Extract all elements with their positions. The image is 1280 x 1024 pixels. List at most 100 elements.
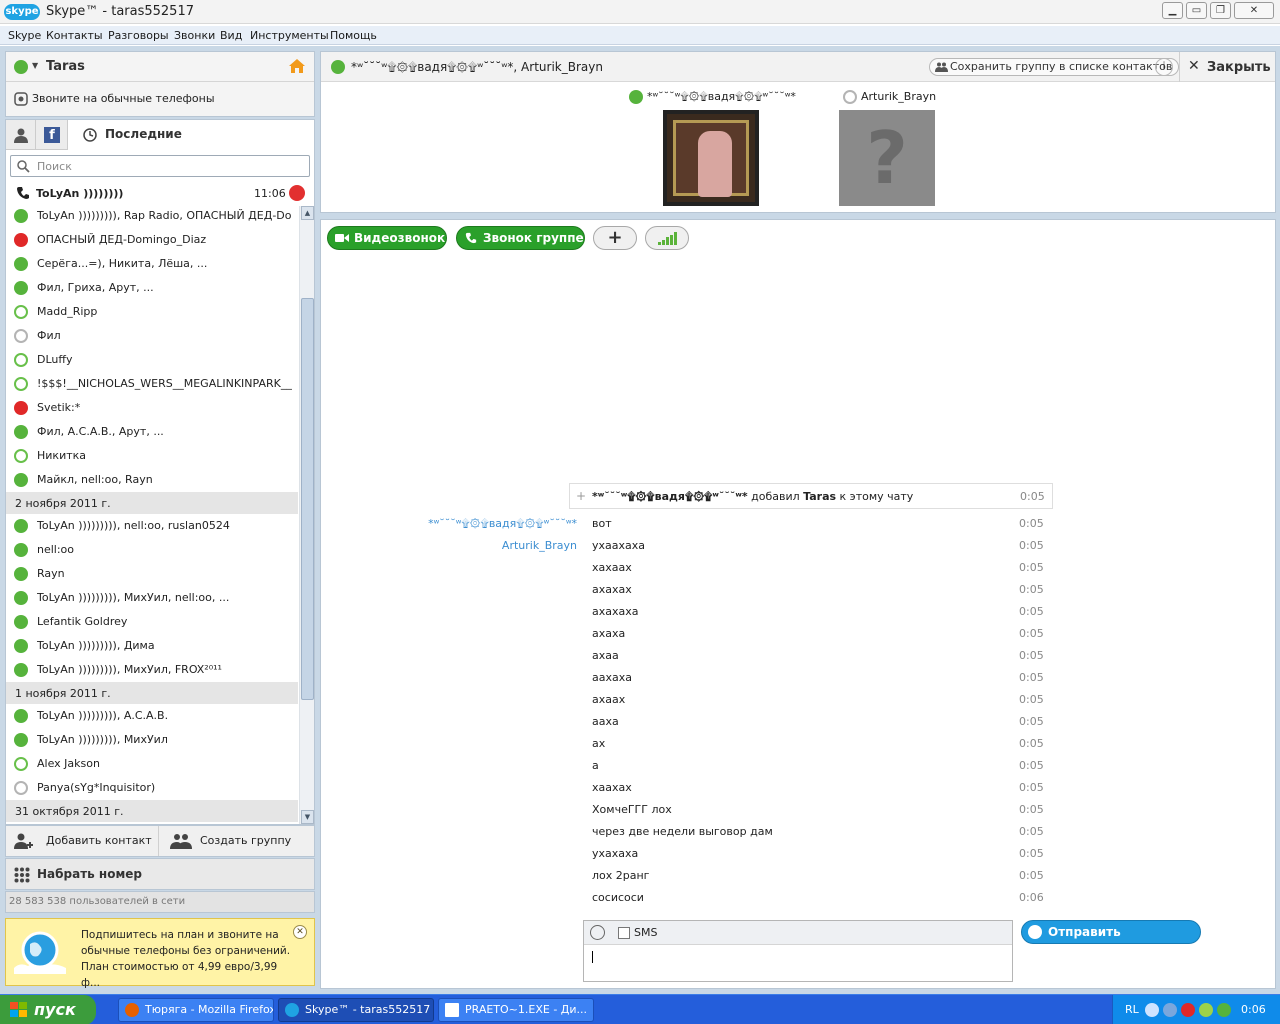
participant-2-name[interactable]: Arturik_Brayn — [861, 90, 936, 103]
contact-row[interactable]: nell:oo — [6, 538, 298, 562]
maximize-button[interactable]: ❐ — [1210, 2, 1231, 19]
contact-row[interactable]: Svetik:* — [6, 396, 298, 420]
contact-row[interactable]: ToLyAn ))))))))), А.С.А.В. — [6, 704, 298, 728]
menu-calls[interactable]: Звонки — [174, 29, 215, 42]
contact-row[interactable]: ToLyAn ))))))))), МихУил — [6, 728, 298, 752]
group-status-icon — [14, 473, 28, 487]
menu-help[interactable]: Помощь — [330, 29, 377, 42]
keypad-icon — [14, 867, 30, 883]
restore-tray-button[interactable]: ▭ — [1186, 2, 1207, 19]
close-promo-icon[interactable]: ✕ — [293, 925, 307, 939]
call-phones-link[interactable]: Звоните на обычные телефоны — [6, 84, 314, 114]
message-body: ахахах — [592, 583, 632, 596]
user-status-row[interactable]: ▼ Taras — [6, 52, 314, 82]
save-group-button[interactable]: Сохранить группу в списке контактов — [929, 58, 1180, 76]
contact-row[interactable]: Rayn — [6, 562, 298, 586]
status-dropdown-icon[interactable]: ▼ — [32, 61, 38, 70]
contact-row[interactable]: ToLyAn ))))))))), Дима — [6, 634, 298, 658]
add-contact-button[interactable]: Добавить контакт — [6, 826, 159, 856]
participant-1-name[interactable]: *ʷ˘˘˘ʷ۩۞۩вадя۩۞۩ʷ˘˘˘ʷ* — [647, 90, 796, 104]
contact-row[interactable]: ToLyAn ))))))))), nell:oo, ruslan0524 — [6, 514, 298, 538]
contact-row[interactable]: DLuffy — [6, 348, 298, 372]
tray-back-icon[interactable] — [1145, 1003, 1159, 1017]
contact-row[interactable]: Фил — [6, 324, 298, 348]
contact-row[interactable]: Никитка — [6, 444, 298, 468]
contact-row[interactable]: ToLyAn ))))))))), Rap Radio, ОПАСНЫЙ ДЕД… — [6, 206, 298, 228]
add-button[interactable]: + — [593, 226, 637, 250]
message-body: вот — [592, 517, 612, 530]
task-firefox[interactable]: Тюряга - Mozilla Firefox — [118, 998, 274, 1022]
dial-number-button[interactable]: Набрать номер — [5, 858, 315, 890]
message-time: 0:05 — [1019, 649, 1044, 662]
start-button[interactable]: пуск — [0, 995, 96, 1024]
contact-row[interactable]: Фил, А.С.А.В., Арут, ... — [6, 420, 298, 444]
close-conversation-button[interactable]: ✕ Закрыть — [1179, 52, 1275, 82]
contact-label: Madd_Ripp — [37, 305, 98, 318]
active-call-row[interactable]: ToLyAn )))))))) 11:06 — [6, 182, 314, 204]
task-praeto[interactable]: PRAETO~1.EXE - Ди... — [438, 998, 594, 1022]
contact-row[interactable]: Фил, Гриха, Арут, ... — [6, 276, 298, 300]
info-button[interactable]: i — [1155, 58, 1173, 76]
message-time: 0:05 — [1019, 759, 1044, 772]
scroll-up-arrow-icon[interactable]: ▲ — [301, 206, 314, 220]
tab-facebook[interactable]: f — [36, 120, 68, 150]
tab-recent[interactable]: Последние — [68, 120, 314, 150]
message-composer[interactable]: SMS — [583, 920, 1013, 982]
video-call-button[interactable]: Видеозвонок — [327, 226, 447, 250]
create-group-button[interactable]: Создать группу — [160, 826, 314, 856]
close-window-button[interactable]: ✕ — [1234, 2, 1274, 19]
scroll-thumb[interactable] — [301, 298, 314, 700]
contact-row[interactable]: НуктаР — [6, 822, 298, 824]
participant-2-status-icon — [843, 90, 857, 104]
contact-row[interactable]: Серёга...=), Никита, Лёша, ... — [6, 252, 298, 276]
group-status-icon — [14, 281, 28, 295]
contact-row[interactable]: ToLyAn ))))))))), МихУил, FROX²⁰¹¹ — [6, 658, 298, 682]
tray-icq-icon[interactable] — [1199, 1003, 1213, 1017]
task-skype[interactable]: Skype™ - taras552517 — [278, 998, 434, 1022]
contact-row[interactable]: Alex Jakson — [6, 752, 298, 776]
tray-network-icon[interactable] — [1163, 1003, 1177, 1017]
participant-1-avatar[interactable] — [663, 110, 759, 206]
contact-list-panel: f Последние Поиск ToLyAn )))))))) 11:06 … — [5, 119, 315, 825]
contact-row[interactable]: Майкл, nell:oo, Rayn — [6, 468, 298, 492]
minimize-button[interactable]: ▁ — [1162, 2, 1183, 19]
contact-label: ToLyAn ))))))))), А.С.А.В. — [37, 709, 169, 722]
hangup-icon[interactable] — [289, 185, 305, 201]
contact-row[interactable]: Lefantik Goldrey — [6, 610, 298, 634]
home-icon[interactable] — [288, 58, 306, 74]
online-status-icon[interactable] — [14, 60, 28, 74]
online-status-icon — [14, 567, 28, 581]
menu-tools[interactable]: Инструменты — [250, 29, 329, 42]
video-call-label: Видеозвонок — [354, 231, 446, 245]
message-sender[interactable]: *ʷ˘˘˘ʷ۩۞۩вадя۩۞۩ʷ˘˘˘ʷ* — [428, 517, 577, 531]
participant-2-avatar[interactable]: ? — [839, 110, 935, 206]
contact-row[interactable]: ОПАСНЫЙ ДЕД-Domingo_Diaz — [6, 228, 298, 252]
contact-row[interactable]: !$$$!__NICHOLAS_WERS__MEGALINKINPARK__D.… — [6, 372, 298, 396]
tab-contacts[interactable] — [6, 120, 36, 150]
message-time: 0:05 — [1019, 671, 1044, 684]
tray-skype-status-icon[interactable] — [1217, 1003, 1231, 1017]
contact-row[interactable]: Madd_Ripp — [6, 300, 298, 324]
message-body: ахаах — [592, 693, 626, 706]
date-label: 1 ноября 2011 г. — [15, 687, 111, 700]
menu-skype[interactable]: Skype — [8, 29, 41, 42]
close-conversation-label: Закрыть — [1207, 60, 1271, 75]
group-call-button[interactable]: Звонок группе — [456, 226, 585, 250]
promo-banner[interactable]: Подпишитесь на план и звоните на обычные… — [5, 918, 315, 989]
menu-conversations[interactable]: Разговоры — [108, 29, 169, 42]
contact-list-scrollbar[interactable]: ▲ ▼ — [299, 206, 314, 824]
message-sender[interactable]: Arturik_Brayn — [502, 539, 577, 552]
menu-view[interactable]: Вид — [220, 29, 242, 42]
emoticon-icon[interactable] — [590, 925, 605, 940]
contact-row[interactable]: ToLyAn ))))))))), МихУил, nell:oo, ... — [6, 586, 298, 610]
language-indicator[interactable]: RL — [1125, 1003, 1139, 1016]
menu-contacts[interactable]: Контакты — [46, 29, 103, 42]
contact-row[interactable]: Panya(sYg*Inquisitor) — [6, 776, 298, 800]
expand-icon[interactable]: + — [576, 489, 586, 503]
sms-checkbox[interactable] — [618, 927, 630, 939]
tray-opera-icon[interactable] — [1181, 1003, 1195, 1017]
scroll-down-arrow-icon[interactable]: ▼ — [301, 810, 314, 824]
call-quality-button[interactable] — [645, 226, 689, 250]
search-input[interactable]: Поиск — [10, 155, 310, 177]
send-message-button[interactable]: Отправить сообщение — [1021, 920, 1201, 961]
